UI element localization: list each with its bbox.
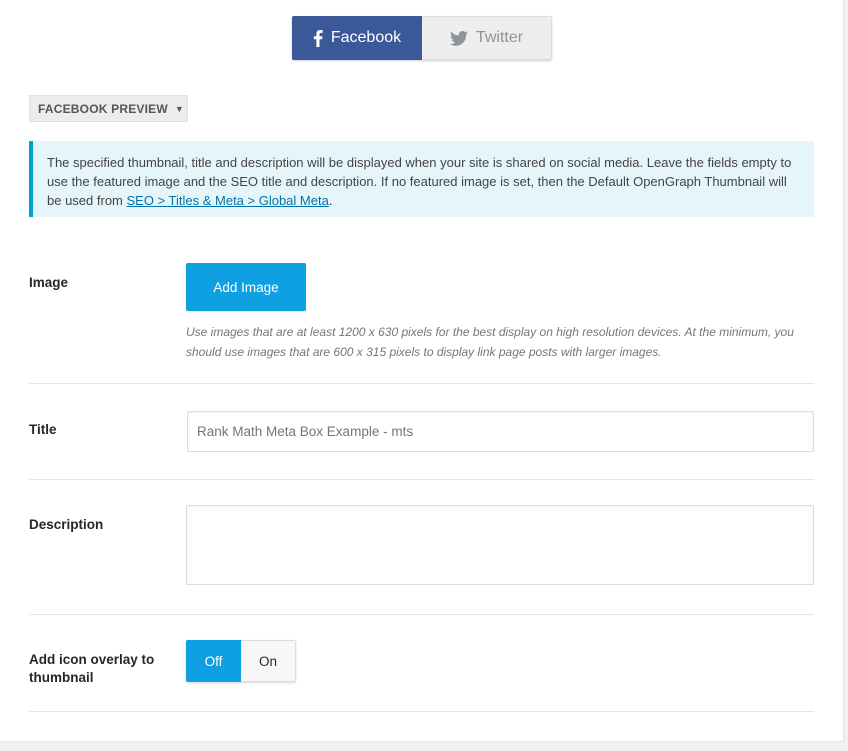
overlay-label-line2: thumbnail	[29, 670, 94, 685]
description-textarea[interactable]	[186, 505, 814, 585]
global-meta-link[interactable]: SEO > Titles & Meta > Global Meta	[127, 193, 329, 208]
tab-facebook[interactable]: Facebook	[292, 16, 422, 60]
facebook-icon	[313, 29, 323, 47]
info-notice: The specified thumbnail, title and descr…	[29, 141, 814, 217]
row-divider	[29, 479, 814, 480]
facebook-preview-toggle[interactable]: FACEBOOK PREVIEW ▼	[29, 95, 188, 122]
preview-label: FACEBOOK PREVIEW	[38, 101, 168, 116]
description-label: Description	[29, 517, 104, 532]
overlay-on-option[interactable]: On	[241, 640, 296, 682]
overlay-switch: Off On	[186, 640, 296, 682]
twitter-icon	[449, 30, 468, 46]
row-divider	[29, 383, 814, 384]
tab-facebook-label: Facebook	[330, 29, 402, 46]
title-label: Title	[29, 422, 57, 437]
title-input[interactable]	[187, 411, 814, 452]
caret-down-icon: ▼	[174, 103, 184, 114]
overlay-off-option[interactable]: Off	[186, 640, 241, 682]
add-image-button[interactable]: Add Image	[186, 263, 306, 311]
notice-text-end: .	[328, 193, 333, 208]
tab-twitter-label: Twitter	[475, 29, 524, 46]
overlay-label-line1: Add icon overlay to	[29, 652, 155, 667]
social-tabs: Facebook Twitter	[292, 16, 552, 60]
overlay-label: Add icon overlay to thumbnail	[29, 651, 154, 687]
row-divider	[29, 614, 814, 615]
row-divider	[29, 711, 814, 712]
tab-twitter[interactable]: Twitter	[422, 16, 552, 60]
social-meta-panel: Facebook Twitter FACEBOOK PREVIEW ▼ The …	[0, 0, 844, 742]
image-label: Image	[29, 275, 69, 290]
image-size-hint: Use images that are at least 1200 x 630 …	[186, 325, 794, 359]
